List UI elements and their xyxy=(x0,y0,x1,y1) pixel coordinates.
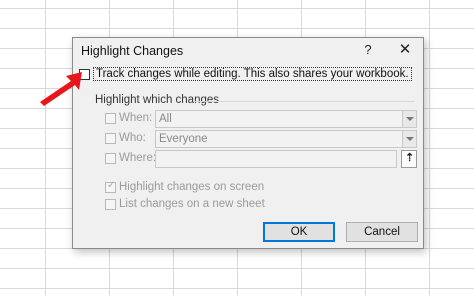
dialog-title: Highlight Changes xyxy=(81,44,184,58)
track-changes-row[interactable]: Track changes while editing. This also s… xyxy=(77,67,412,82)
ok-button[interactable]: OK xyxy=(263,222,335,242)
arrow-icon xyxy=(40,72,82,106)
when-checkbox[interactable] xyxy=(105,113,116,124)
when-value: All xyxy=(159,113,172,125)
red-arrow-annotation xyxy=(40,72,82,106)
cancel-button[interactable]: Cancel xyxy=(346,222,418,242)
chevron-down-icon[interactable] xyxy=(402,111,416,127)
who-checkbox[interactable] xyxy=(105,133,116,144)
who-value: Everyone xyxy=(159,133,208,145)
where-input[interactable] xyxy=(155,150,397,168)
group-divider xyxy=(193,101,415,102)
highlight-on-screen-label: Highlight changes on screen xyxy=(119,181,265,193)
when-label: When: xyxy=(119,112,153,124)
track-changes-label[interactable]: Track changes while editing. This also s… xyxy=(93,67,412,81)
when-select[interactable]: All xyxy=(155,110,417,128)
group-title: Highlight which changes xyxy=(95,94,220,106)
who-label: Who: xyxy=(119,132,146,144)
where-checkbox[interactable] xyxy=(105,153,116,164)
highlight-changes-dialog: Highlight Changes ? ✕ Track changes whil… xyxy=(72,37,424,249)
list-on-new-sheet-row: List changes on a new sheet xyxy=(103,198,303,212)
when-row: When: All xyxy=(103,110,419,128)
list-on-new-sheet-label: List changes on a new sheet xyxy=(119,198,265,210)
highlight-on-screen-row: Highlight changes on screen xyxy=(103,180,303,195)
close-icon[interactable]: ✕ xyxy=(397,40,413,60)
who-select[interactable]: Everyone xyxy=(155,130,417,148)
list-on-new-sheet-checkbox[interactable] xyxy=(105,199,116,210)
where-row: Where: xyxy=(103,150,419,168)
who-row: Who: Everyone xyxy=(103,130,419,148)
help-icon[interactable]: ? xyxy=(361,42,375,60)
collapse-dialog-icon[interactable] xyxy=(401,150,417,168)
highlight-on-screen-checkbox[interactable] xyxy=(105,180,116,193)
chevron-down-icon[interactable] xyxy=(402,131,416,147)
where-label: Where: xyxy=(119,152,157,164)
dialog-titlebar: Highlight Changes ? ✕ xyxy=(73,38,423,64)
